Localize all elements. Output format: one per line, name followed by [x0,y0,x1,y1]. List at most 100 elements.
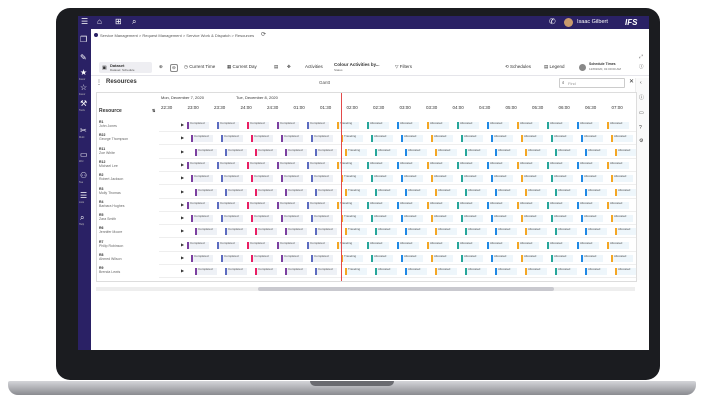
sort-icon[interactable]: ⇅ [152,108,155,113]
activity-block[interactable]: Traveling [345,228,367,236]
activities-button[interactable]: Activities [305,64,323,69]
activity-block[interactable]: Completed [255,268,277,276]
activity-block[interactable]: Completed [195,228,217,236]
activity-block[interactable]: Completed [311,175,333,183]
find-input[interactable]: ⌕ Find [559,78,625,88]
activity-block[interactable]: Completed [315,228,337,236]
schedule-times-toggle[interactable] [579,64,586,71]
activity-block[interactable]: Allocated [461,175,483,183]
activity-block[interactable]: Allocated [427,161,449,169]
activity-block[interactable]: Allocated [427,201,449,209]
phone-icon[interactable]: ✆ [549,18,556,26]
activity-block[interactable]: Completed [217,201,239,209]
activity-block[interactable]: Allocated [371,215,393,223]
activity-block[interactable]: Allocated [555,268,577,276]
resource-row[interactable]: R3 Molly Thomas [97,187,159,198]
activity-block[interactable]: Completed [311,255,333,262]
activity-block[interactable]: Allocated [401,215,423,223]
activity-block[interactable]: Allocated [367,122,389,129]
activity-block[interactable]: Allocated [457,201,479,209]
activity-block[interactable]: Allocated [585,148,607,156]
activity-block[interactable]: Completed [277,241,299,249]
activity-block[interactable]: Allocated [577,201,599,209]
activity-block[interactable]: Allocated [555,148,577,156]
rail-monitor-icon[interactable]: ▭ [639,110,644,116]
activity-block[interactable]: Completed [277,201,299,209]
resource-row[interactable]: R4 Barbara Hughes [97,200,159,211]
resource-row[interactable]: R9 Brenda Lewis [97,266,159,277]
breadcrumb-home-dot[interactable] [94,33,98,37]
activity-block[interactable]: Allocated [367,161,389,169]
activity-block[interactable]: Completed [187,161,209,169]
activity-block[interactable]: Allocated [401,135,423,143]
team-icon[interactable]: ⚇ [80,172,87,180]
activity-block[interactable]: Traveling [345,188,367,196]
expand-row-icon[interactable]: ▶ [181,135,184,140]
activity-block[interactable]: Allocated [487,122,509,129]
activity-block[interactable]: Allocated [375,268,397,276]
expand-row-icon[interactable]: ▶ [181,149,184,154]
expand-row-icon[interactable]: ▶ [181,242,184,247]
activity-block[interactable]: Completed [247,161,269,169]
activity-block[interactable]: Allocated [465,148,487,156]
dataset-selector[interactable]: ▣ Dataset Dataset: Schedule [99,62,152,73]
activity-block[interactable]: Allocated [465,268,487,276]
activity-block[interactable]: Traveling [345,148,367,156]
expand-row-icon[interactable]: ▶ [181,122,184,127]
monitor-icon[interactable]: ▭ [80,151,88,159]
activity-block[interactable]: Completed [247,122,269,129]
horizontal-scrollbar[interactable] [96,287,635,291]
resource-row[interactable]: R2 Robert Jackson [97,173,159,184]
resource-row[interactable]: R22 George Thompson [97,133,159,144]
activity-block[interactable]: Completed [285,188,307,196]
activity-block[interactable]: Completed [187,201,209,209]
activity-block[interactable]: Completed [191,135,213,143]
breadcrumb[interactable]: Service Management > Request Management … [100,33,254,38]
activity-block[interactable]: Allocated [517,161,539,169]
activity-block[interactable]: Allocated [367,241,389,249]
move-icon[interactable]: ✥ [287,64,291,70]
activity-block[interactable]: Allocated [585,228,607,236]
activity-block[interactable]: Allocated [491,135,513,143]
activity-block[interactable]: Completed [251,135,273,143]
activity-block[interactable]: Allocated [547,161,569,169]
activity-block[interactable]: Completed [217,161,239,169]
activity-block[interactable]: Completed [315,188,337,196]
activity-block[interactable]: Completed [255,148,277,156]
scrollbar-thumb[interactable] [257,287,555,291]
activity-block[interactable]: Allocated [547,122,569,129]
activity-block[interactable]: Completed [285,268,307,276]
activity-block[interactable]: Allocated [435,148,457,156]
activity-block[interactable]: Completed [225,228,247,236]
filters-button[interactable]: ▽ Filters [395,64,412,70]
close-icon[interactable]: ✕ [629,78,634,85]
activity-block[interactable]: Allocated [367,201,389,209]
activity-block[interactable]: Allocated [611,135,633,143]
activity-block[interactable]: Allocated [521,175,543,183]
help-circle-icon[interactable]: ⓘ [639,64,644,70]
activity-block[interactable]: Allocated [525,148,547,156]
activity-block[interactable]: Completed [191,215,213,223]
activity-block[interactable]: Completed [221,255,243,262]
resource-row[interactable]: R12 Michael Lee [97,160,159,171]
activity-block[interactable]: Completed [225,268,247,276]
activity-block[interactable]: Completed [221,135,243,143]
activity-block[interactable]: Completed [311,135,333,143]
rail-info-icon[interactable]: ⓘ [639,94,644,101]
activity-block[interactable]: Allocated [461,215,483,223]
resource-row[interactable]: R5 Zara Smith [97,213,159,224]
activity-block[interactable]: Completed [307,241,329,249]
activity-block[interactable]: Completed [255,188,277,196]
expand-row-icon[interactable]: ▶ [181,189,184,194]
expand-row-icon[interactable]: ▶ [181,162,184,167]
rail-help-icon[interactable]: ? [639,125,642,131]
activity-block[interactable]: Completed [255,228,277,236]
activity-block[interactable]: Completed [315,148,337,156]
activity-block[interactable]: Allocated [611,215,633,223]
activity-block[interactable]: Traveling [341,215,363,223]
activity-block[interactable]: Completed [315,268,337,276]
expand-row-icon[interactable]: ▶ [181,255,184,260]
activity-block[interactable]: Allocated [431,175,453,183]
activity-block[interactable]: Allocated [431,135,453,143]
activity-block[interactable]: Allocated [487,161,509,169]
